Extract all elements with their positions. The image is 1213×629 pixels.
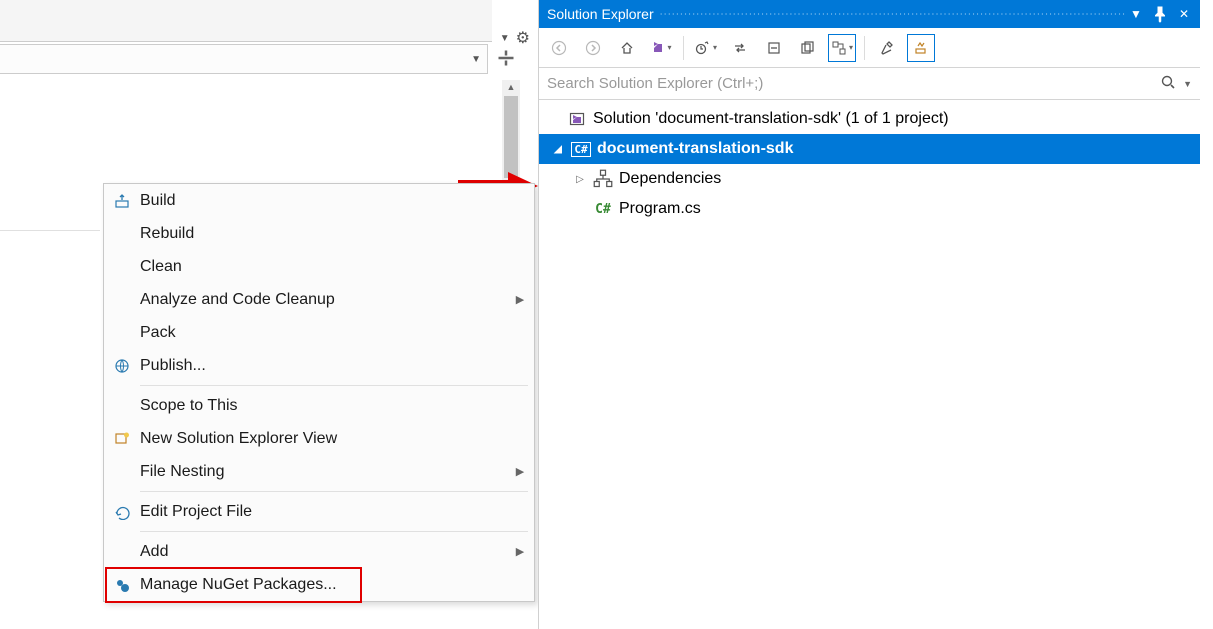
solution-tree: Solution 'document-translation-sdk' (1 o… — [539, 100, 1200, 228]
menu-item-build[interactable]: Build — [104, 184, 534, 217]
scroll-up-icon[interactable]: ▲ — [504, 80, 518, 94]
split-view-icon[interactable] — [496, 48, 516, 68]
menu-separator — [140, 491, 528, 492]
menu-item-clean[interactable]: Clean — [104, 250, 534, 283]
project-context-menu: Build Rebuild Clean Analyze and Code Cle… — [103, 183, 535, 602]
solution-explorer-toolbar: ▾ — [539, 28, 1200, 68]
properties-icon[interactable] — [873, 34, 901, 62]
menu-item-edit-project[interactable]: Edit Project File — [104, 495, 534, 528]
editor-nav-dropdown[interactable]: ▼ — [0, 44, 488, 74]
menu-item-publish[interactable]: Publish... — [104, 349, 534, 382]
menu-label: Clean — [140, 258, 506, 276]
new-view-icon — [104, 431, 140, 447]
csharp-file-icon: C# — [593, 202, 613, 217]
submenu-arrow-icon: ▶ — [506, 293, 534, 306]
gear-icon[interactable]: ⚙ — [516, 28, 530, 48]
pin-icon[interactable] — [1150, 4, 1170, 24]
menu-label: File Nesting — [140, 463, 506, 481]
menu-item-file-nesting[interactable]: File Nesting ▶ — [104, 455, 534, 488]
tree-label: Program.cs — [619, 200, 701, 218]
menu-item-nuget[interactable]: Manage NuGet Packages... — [104, 568, 534, 601]
tree-label: Solution 'document-translation-sdk' (1 o… — [593, 110, 949, 128]
nuget-icon — [104, 577, 140, 593]
dependencies-icon — [593, 169, 613, 189]
publish-icon — [104, 358, 140, 374]
chevron-down-icon: ▼ — [471, 54, 481, 65]
expander-collapse-icon[interactable]: ◢ — [551, 144, 565, 155]
sync-icon[interactable] — [726, 34, 754, 62]
menu-item-rebuild[interactable]: Rebuild — [104, 217, 534, 250]
pending-changes-filter-icon[interactable] — [692, 34, 720, 62]
divider — [0, 230, 100, 231]
header-grip: ∙∙∙∙∙∙∙∙∙∙∙∙∙∙∙∙∙∙∙∙∙∙∙∙∙∙∙∙∙∙∙∙∙∙∙∙∙∙∙∙… — [654, 8, 1126, 20]
menu-label: Analyze and Code Cleanup — [140, 291, 506, 309]
forward-icon[interactable] — [579, 34, 607, 62]
tree-file-node[interactable]: C# Program.cs — [539, 194, 1200, 224]
close-icon[interactable]: ✕ — [1174, 4, 1194, 24]
search-input[interactable] — [547, 75, 1156, 92]
menu-item-add[interactable]: Add ▶ — [104, 535, 534, 568]
solution-explorer-panel: Solution Explorer ∙∙∙∙∙∙∙∙∙∙∙∙∙∙∙∙∙∙∙∙∙∙… — [538, 0, 1200, 629]
toolbar-separator — [683, 36, 684, 60]
panel-title: Solution Explorer — [547, 6, 654, 22]
preview-selected-icon[interactable] — [828, 34, 856, 62]
edit-icon — [104, 504, 140, 520]
collapse-all-icon[interactable] — [760, 34, 788, 62]
chevron-down-icon[interactable]: ▼ — [500, 33, 510, 44]
menu-label: New Solution Explorer View — [140, 430, 506, 448]
menu-label: Edit Project File — [140, 503, 506, 521]
solution-explorer-search[interactable]: ▼ — [539, 68, 1200, 100]
menu-label: Build — [140, 192, 506, 210]
search-icon[interactable] — [1156, 74, 1180, 93]
build-icon — [104, 193, 140, 209]
preview-icon[interactable] — [907, 34, 935, 62]
menu-item-new-view[interactable]: New Solution Explorer View — [104, 422, 534, 455]
search-options-icon[interactable]: ▼ — [1180, 79, 1192, 89]
menu-separator — [140, 385, 528, 386]
scrollbar-thumb[interactable] — [504, 96, 518, 178]
editor-top-bar — [0, 0, 492, 42]
solution-explorer-header[interactable]: Solution Explorer ∙∙∙∙∙∙∙∙∙∙∙∙∙∙∙∙∙∙∙∙∙∙… — [539, 0, 1200, 28]
menu-label: Rebuild — [140, 225, 506, 243]
menu-label: Scope to This — [140, 397, 506, 415]
solution-icon — [567, 111, 587, 127]
show-all-files-icon[interactable] — [794, 34, 822, 62]
menu-item-analyze[interactable]: Analyze and Code Cleanup ▶ — [104, 283, 534, 316]
toolbar-separator — [864, 36, 865, 60]
window-options-icon[interactable]: ▼ — [1126, 4, 1146, 24]
home-icon[interactable] — [613, 34, 641, 62]
menu-separator — [140, 531, 528, 532]
tree-label: document-translation-sdk — [597, 140, 793, 158]
tree-dependencies-node[interactable]: ▷ Dependencies — [539, 164, 1200, 194]
tree-solution-node[interactable]: Solution 'document-translation-sdk' (1 o… — [539, 104, 1200, 134]
menu-item-scope[interactable]: Scope to This — [104, 389, 534, 422]
expander-expand-icon[interactable]: ▷ — [573, 174, 587, 185]
tree-label: Dependencies — [619, 170, 721, 188]
menu-item-pack[interactable]: Pack — [104, 316, 534, 349]
switch-views-icon[interactable]: ▾ — [647, 34, 675, 62]
menu-label: Publish... — [140, 357, 506, 375]
menu-label: Add — [140, 543, 506, 561]
editor-top-controls: ▼ ⚙ — [500, 28, 530, 48]
submenu-arrow-icon: ▶ — [506, 465, 534, 478]
menu-label: Pack — [140, 324, 506, 342]
submenu-arrow-icon: ▶ — [506, 545, 534, 558]
menu-label: Manage NuGet Packages... — [140, 576, 506, 594]
tree-project-node[interactable]: ◢ C# document-translation-sdk — [539, 134, 1200, 164]
csharp-project-icon: C# — [571, 142, 591, 157]
back-icon[interactable] — [545, 34, 573, 62]
